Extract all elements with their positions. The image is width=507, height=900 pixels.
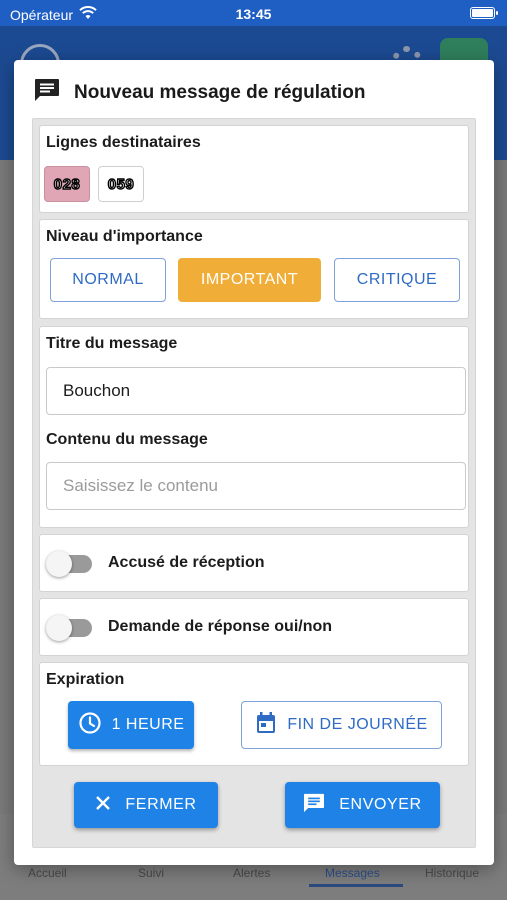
ack-label: Accusé de réception bbox=[108, 554, 265, 571]
close-button[interactable]: FERMER bbox=[74, 782, 218, 828]
importance-important-button[interactable]: IMPORTANT bbox=[178, 258, 321, 302]
status-time: 13:45 bbox=[235, 6, 272, 22]
line-chip-028[interactable]: 028 bbox=[44, 166, 90, 202]
line-chip-059[interactable]: 059 bbox=[98, 166, 144, 202]
calendar-icon bbox=[255, 711, 277, 740]
tab-messages[interactable]: Messages bbox=[325, 866, 380, 880]
yesno-card: Demande de réponse oui/non bbox=[39, 598, 469, 656]
expiration-end-of-day-label: FIN DE JOURNÉE bbox=[287, 716, 428, 733]
dialog-title: Nouveau message de régulation bbox=[74, 81, 366, 103]
importance-card: Niveau d'importance NORMAL IMPORTANT CRI… bbox=[39, 219, 469, 319]
tab-alertes[interactable]: Alertes bbox=[233, 866, 270, 880]
yesno-toggle[interactable] bbox=[46, 615, 92, 641]
ack-toggle[interactable] bbox=[46, 551, 92, 577]
clock-icon bbox=[78, 711, 102, 740]
tab-historique[interactable]: Historique bbox=[425, 866, 479, 880]
message-content-input[interactable] bbox=[46, 462, 466, 510]
lines-card: Lignes destinataires 028 059 bbox=[39, 125, 469, 213]
yesno-label: Demande de réponse oui/non bbox=[108, 618, 333, 635]
send-button[interactable]: ENVOYER bbox=[285, 782, 440, 828]
lines-title: Lignes destinataires bbox=[46, 134, 201, 151]
expiration-card: Expiration 1 HEURE FIN DE JOURNÉE bbox=[39, 662, 469, 766]
dialog-body: Lignes destinataires 028 059 Niveau d'im… bbox=[32, 118, 476, 848]
message-content-label: Contenu du message bbox=[46, 431, 208, 448]
tab-accueil[interactable]: Accueil bbox=[28, 866, 67, 880]
expiration-1h-label: 1 HEURE bbox=[111, 716, 185, 733]
message-icon bbox=[34, 78, 60, 107]
message-title-input[interactable] bbox=[46, 367, 466, 415]
importance-critique-button[interactable]: CRITIQUE bbox=[334, 258, 460, 302]
tab-suivi[interactable]: Suivi bbox=[138, 866, 164, 880]
expiration-title: Expiration bbox=[46, 671, 125, 688]
active-tab-indicator bbox=[309, 884, 403, 887]
send-label: ENVOYER bbox=[339, 796, 422, 813]
importance-normal-button[interactable]: NORMAL bbox=[50, 258, 166, 302]
ack-card: Accusé de réception bbox=[39, 534, 469, 592]
close-label: FERMER bbox=[125, 796, 197, 813]
new-message-dialog: Nouveau message de régulation Lignes des… bbox=[14, 60, 494, 865]
close-icon bbox=[95, 795, 111, 816]
message-icon bbox=[303, 793, 325, 818]
expiration-1h-button[interactable]: 1 HEURE bbox=[68, 701, 194, 749]
status-bar: Opérateur 13:45 bbox=[0, 0, 507, 26]
importance-title: Niveau d'importance bbox=[46, 228, 203, 245]
message-card: Titre du message Contenu du message bbox=[39, 326, 469, 528]
battery-icon bbox=[470, 7, 498, 19]
expiration-end-of-day-button[interactable]: FIN DE JOURNÉE bbox=[241, 701, 442, 749]
message-title-label: Titre du message bbox=[46, 335, 178, 352]
